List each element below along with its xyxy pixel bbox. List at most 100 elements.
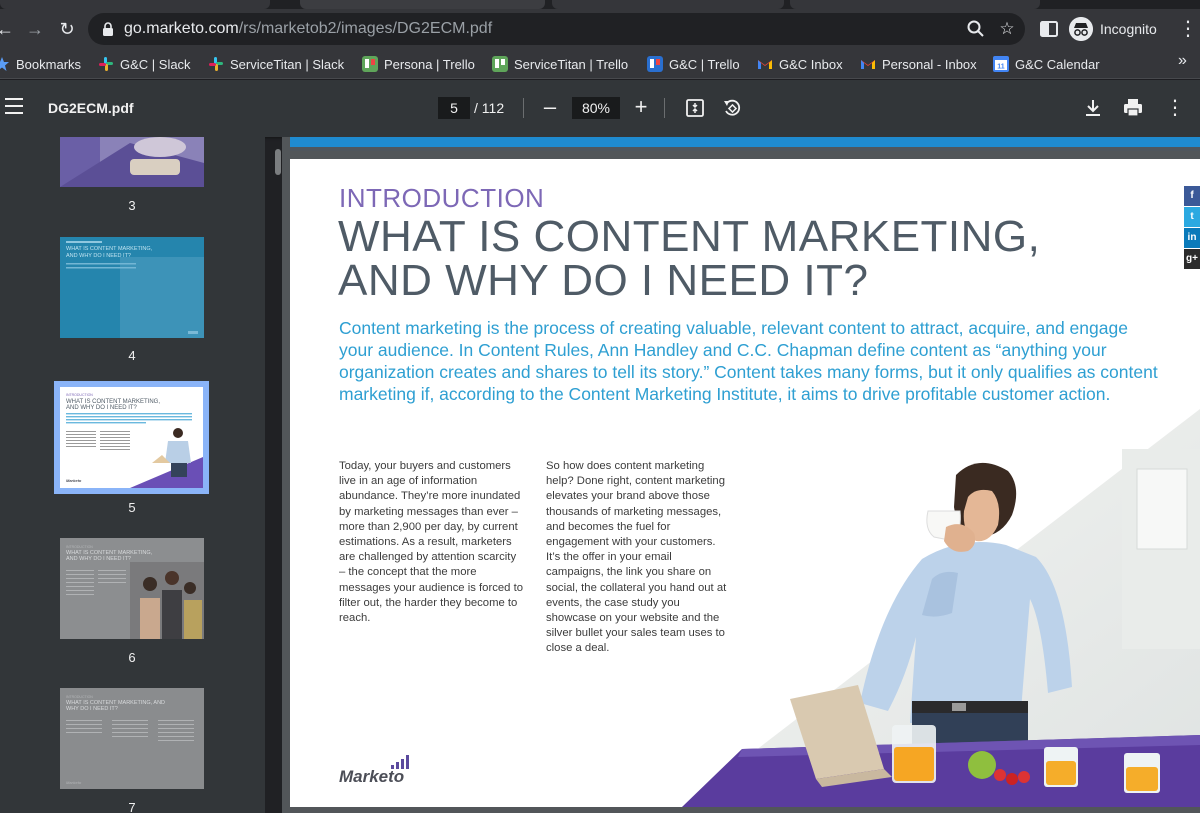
thumbnail-title: AND WHY DO I NEED IT? xyxy=(66,556,131,562)
svg-text:INTRODUCTION: INTRODUCTION xyxy=(66,545,93,549)
thumbnail-page-number: 7 xyxy=(128,800,136,813)
print-icon[interactable] xyxy=(1122,97,1144,119)
tab-strip xyxy=(0,0,1200,9)
bookmark-item[interactable]: G&C | Trello xyxy=(647,53,740,75)
bookmarks-bar: Bookmarks G&C | Slack ServiceTitan | Sla… xyxy=(0,49,1200,79)
browser-tab-active[interactable] xyxy=(300,0,545,9)
bookmark-label: ServiceTitan | Trello xyxy=(514,56,629,72)
thumbnail-title: WHAT IS CONTENT MARKETING, xyxy=(66,246,153,252)
bookmark-label: Personal - Inbox xyxy=(882,56,977,72)
page-thumbnail[interactable] xyxy=(60,137,204,187)
page-headline: WHAT IS CONTENT MARKETING, AND WHY DO I … xyxy=(338,215,1098,303)
browser-tab[interactable] xyxy=(790,0,1040,9)
marketo-logo: Marketo xyxy=(339,755,419,789)
browser-menu-icon[interactable]: ⋮ xyxy=(1178,18,1198,40)
browser-tab[interactable] xyxy=(552,0,784,9)
thumbnail-page-number: 6 xyxy=(128,650,136,665)
toolbar-divider xyxy=(523,98,524,118)
sidebar-scrollbar-thumb[interactable] xyxy=(275,149,281,175)
bookmark-label: G&C Calendar xyxy=(1015,56,1100,72)
svg-text:Marketo: Marketo xyxy=(66,780,82,785)
headline-line-1: WHAT IS CONTENT MARKETING, xyxy=(338,212,1041,261)
zoom-in-button[interactable]: + xyxy=(631,96,651,120)
side-panel-icon[interactable] xyxy=(1038,18,1060,40)
lock-icon xyxy=(103,22,113,36)
incognito-indicator[interactable]: Incognito xyxy=(1069,16,1169,42)
trello-icon xyxy=(647,56,663,72)
thumbnail-page-number: 5 xyxy=(128,500,136,515)
thumbnail-page-number: 3 xyxy=(128,198,136,213)
section-label: INTRODUCTION xyxy=(339,183,545,213)
thumbnail-page-number: 4 xyxy=(128,348,136,363)
bookmark-label: Persona | Trello xyxy=(384,56,475,72)
bookmark-item[interactable]: ServiceTitan | Trello xyxy=(492,53,628,75)
google-plus-icon[interactable]: g+ xyxy=(1184,249,1200,269)
slack-icon xyxy=(99,57,113,71)
page-number-input[interactable]: 5 xyxy=(438,97,470,119)
incognito-icon xyxy=(1069,17,1093,41)
page-thumbnail[interactable]: INTRODUCTION WHAT IS CONTENT MARKETING, … xyxy=(60,538,204,639)
star-icon xyxy=(0,57,9,71)
previous-page-edge xyxy=(290,137,1200,151)
thumbnail-title: AND WHY DO I NEED IT? xyxy=(66,253,131,259)
svg-text:INTRODUCTION: INTRODUCTION xyxy=(66,393,93,397)
svg-text:WHY DO I NEED IT?: WHY DO I NEED IT? xyxy=(66,706,118,712)
gmail-icon xyxy=(758,60,772,69)
zoom-search-icon[interactable] xyxy=(966,19,986,39)
facebook-icon[interactable]: f xyxy=(1184,186,1200,206)
toolbar-divider xyxy=(664,98,665,118)
calendar-icon: 11 xyxy=(993,56,1009,72)
thumbnail-title: AND WHY DO I NEED IT? xyxy=(66,405,138,411)
social-share-bar: f t in g+ xyxy=(1184,186,1200,270)
bookmark-item[interactable]: 11 G&C Calendar xyxy=(993,53,1100,75)
url-host: go.marketo.com xyxy=(124,20,239,37)
logo-wordmark: Marketo xyxy=(339,767,405,786)
page-thumbnail-current[interactable]: INTRODUCTION WHAT IS CONTENT MARKETING, … xyxy=(60,387,203,488)
svg-text:INTRODUCTION: INTRODUCTION xyxy=(66,695,93,699)
trello-icon xyxy=(492,56,508,72)
forward-arrow-icon[interactable]: → xyxy=(24,18,46,40)
page-thumbnail[interactable]: INTRODUCTION WHAT IS CONTENT MARKETING, … xyxy=(60,688,204,789)
twitter-icon[interactable]: t xyxy=(1184,207,1200,227)
bookmark-item[interactable]: Bookmarks xyxy=(0,53,81,75)
slack-icon xyxy=(209,57,223,71)
bookmark-label: G&C Inbox xyxy=(779,56,843,72)
zoom-level-input[interactable]: 80% xyxy=(572,97,620,119)
headline-line-2: AND WHY DO I NEED IT? xyxy=(338,256,869,305)
bookmark-item[interactable]: Persona | Trello xyxy=(362,53,475,75)
rotate-icon[interactable] xyxy=(721,97,743,119)
trello-icon xyxy=(362,56,378,72)
bookmark-item[interactable]: ServiceTitan | Slack xyxy=(208,53,344,75)
browser-toolbar: ← → ↻ go.marketo.com/rs/marketob2/images… xyxy=(0,9,1200,49)
browser-tab[interactable] xyxy=(0,0,270,9)
url-path: /rs/marketob2/images/DG2ECM.pdf xyxy=(238,20,493,37)
lead-paragraph: Content marketing is the process of crea… xyxy=(339,318,1158,404)
bookmark-item[interactable]: G&C Inbox xyxy=(757,53,843,75)
bookmark-item[interactable]: Personal - Inbox xyxy=(860,53,977,75)
svg-text:11: 11 xyxy=(997,64,1005,71)
url-text[interactable]: go.marketo.com/rs/marketob2/images/DG2EC… xyxy=(124,20,492,38)
download-icon[interactable] xyxy=(1082,97,1104,119)
pdf-viewport[interactable]: INTRODUCTION WHAT IS CONTENT MARKETING, … xyxy=(282,137,1200,813)
bookmarks-overflow-icon[interactable]: » xyxy=(1178,52,1187,70)
bookmark-item[interactable]: G&C | Slack xyxy=(98,53,191,75)
bookmark-label: G&C | Slack xyxy=(120,56,191,72)
gmail-icon xyxy=(861,60,875,69)
fit-page-icon[interactable] xyxy=(684,97,706,119)
pdf-page: INTRODUCTION WHAT IS CONTENT MARKETING, … xyxy=(290,159,1200,807)
page-thumbnail[interactable]: WHAT IS CONTENT MARKETING, AND WHY DO I … xyxy=(60,237,204,338)
svg-text:Marketo: Marketo xyxy=(66,478,82,483)
bookmark-star-icon[interactable]: ☆ xyxy=(997,19,1017,39)
back-arrow-icon[interactable]: ← xyxy=(0,18,16,40)
thumbnail-sidebar: 3 WHAT IS CONTENT MARKETING, AND WHY DO … xyxy=(0,137,265,813)
linkedin-icon[interactable]: in xyxy=(1184,228,1200,248)
zoom-out-button[interactable]: – xyxy=(540,96,560,120)
reload-icon[interactable]: ↻ xyxy=(56,18,78,40)
hamburger-menu-icon[interactable] xyxy=(5,98,23,118)
body-column-left: Today, your buyers and customers live in… xyxy=(339,460,523,625)
pdf-filename: DG2ECM.pdf xyxy=(48,100,134,116)
pdf-toolbar: DG2ECM.pdf 5 / 112 – 80% + ⋮ xyxy=(0,80,1200,137)
more-options-icon[interactable]: ⋮ xyxy=(1165,97,1185,119)
address-bar[interactable]: go.marketo.com/rs/marketob2/images/DG2EC… xyxy=(88,13,1025,45)
profile-label: Incognito xyxy=(1100,21,1157,37)
